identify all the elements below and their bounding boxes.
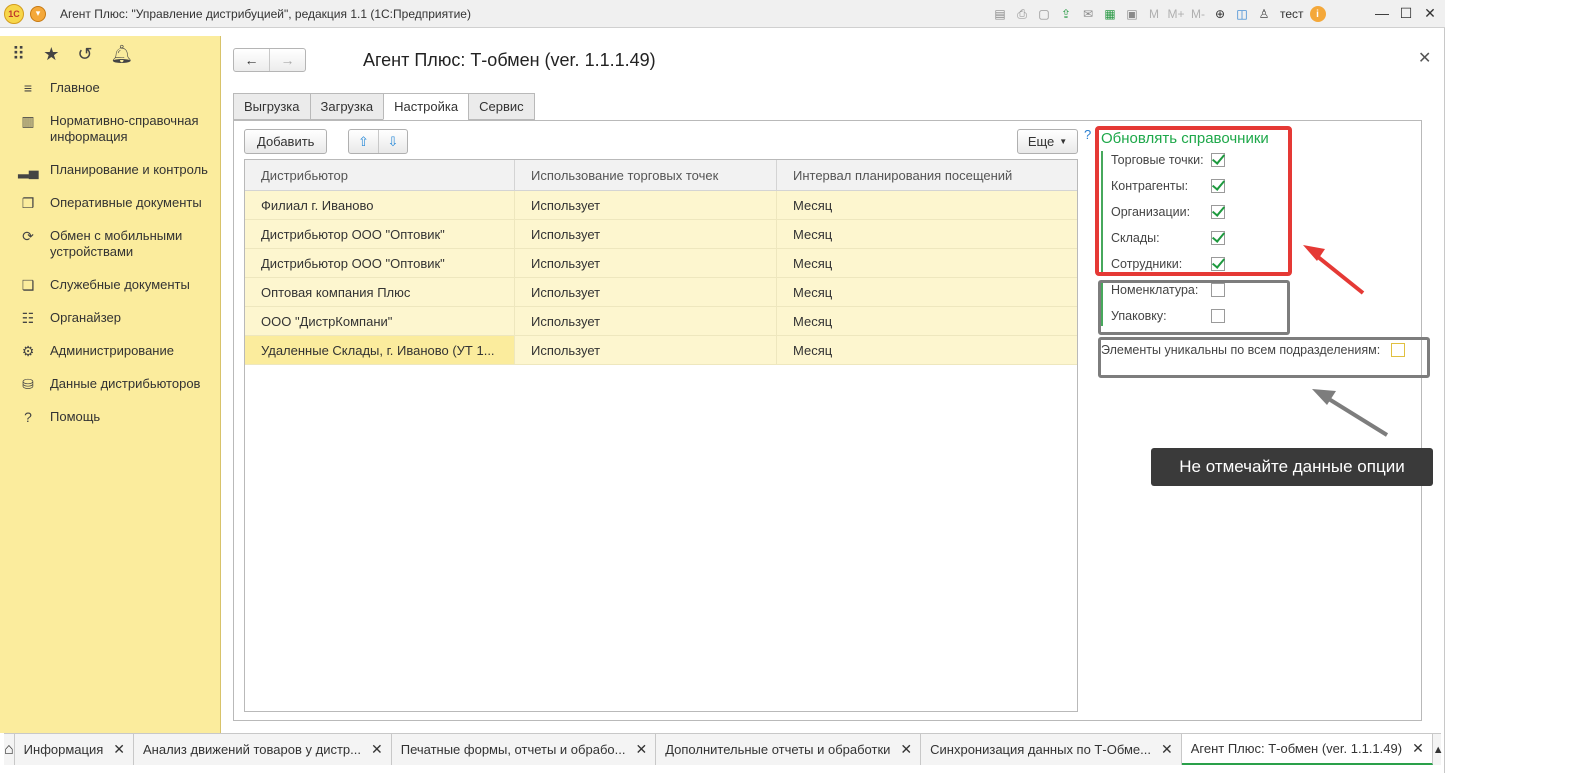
chart-icon: ▂▄ bbox=[18, 162, 39, 178]
mail-icon[interactable]: ✉ bbox=[1078, 4, 1098, 24]
window-tab-label: Агент Плюс: Т-обмен (ver. 1.1.1.49) bbox=[1190, 741, 1403, 756]
tab-import[interactable]: Загрузка bbox=[309, 93, 385, 120]
sidebar-item-label: Служебные документы bbox=[50, 277, 190, 292]
form-area: ← → Агент Плюс: Т-обмен (ver. 1.1.1.49) … bbox=[232, 36, 1442, 726]
preview-icon[interactable]: ▢ bbox=[1034, 4, 1054, 24]
app-window: 1С ▾ Агент Плюс: "Управление дистрибуцие… bbox=[0, 0, 1445, 773]
sidebar-item-label: Помощь bbox=[50, 409, 101, 424]
memory-mminus-button[interactable]: M- bbox=[1188, 4, 1208, 24]
catalog-icon: ▥ bbox=[21, 113, 35, 129]
distributor-data-icon: ⛁ bbox=[22, 376, 34, 392]
sidebar-item-admin[interactable]: ⚙ Администрирование bbox=[0, 335, 220, 368]
sidebar-item-operational[interactable]: ❐ Оперативные документы bbox=[0, 187, 220, 220]
form-tabs: Выгрузка Загрузка Настройка Сервис bbox=[233, 93, 535, 120]
sidebar-item-organizer[interactable]: ☷ Органайзер bbox=[0, 302, 220, 335]
nav-buttons: ← → bbox=[233, 48, 306, 72]
upload-icon[interactable]: ⇪ bbox=[1056, 4, 1076, 24]
save-icon[interactable]: ▤ bbox=[990, 4, 1010, 24]
calculator-icon[interactable]: ▦ bbox=[1100, 4, 1120, 24]
memory-mplus-button[interactable]: M+ bbox=[1166, 4, 1186, 24]
favorites-star-icon[interactable]: ★ bbox=[43, 44, 59, 65]
organizer-icon: ☷ bbox=[21, 310, 35, 326]
panels-icon[interactable]: ◫ bbox=[1232, 4, 1252, 24]
annotation-note: Не отмечайте данные опции bbox=[1151, 448, 1433, 486]
window-tab[interactable]: Анализ движений товаров у дистр... ✕ bbox=[134, 734, 392, 765]
red-arrow-icon bbox=[1303, 245, 1365, 295]
window-controls: — ☐ ✕ bbox=[1373, 4, 1439, 22]
close-tab-icon[interactable]: ✕ bbox=[1412, 740, 1424, 757]
title-bar: 1С ▾ Агент Плюс: "Управление дистрибуцие… bbox=[0, 0, 1445, 28]
window-tab-label: Дополнительные отчеты и обработки bbox=[665, 742, 891, 757]
tab-service[interactable]: Сервис bbox=[468, 93, 535, 120]
window-tab-active[interactable]: Агент Плюс: Т-обмен (ver. 1.1.1.49) ✕ bbox=[1181, 734, 1433, 765]
sidebar-item-help[interactable]: ? Помощь bbox=[0, 401, 220, 434]
window-tab-label: Информация bbox=[23, 742, 104, 757]
window-tab-label: Синхронизация данных по Т-Обме... bbox=[930, 742, 1151, 757]
sidebar-item-distributor-data[interactable]: ⛁ Данные дистрибьюторов bbox=[0, 368, 220, 401]
close-tab-icon[interactable]: ✕ bbox=[371, 741, 383, 758]
tab-settings[interactable]: Настройка bbox=[383, 93, 470, 120]
documents-icon: ❐ bbox=[21, 195, 35, 211]
service-docs-icon: ❏ bbox=[21, 277, 35, 293]
sidebar-item-label: Главное bbox=[50, 80, 100, 95]
sidebar-item-label: Органайзер bbox=[50, 310, 121, 325]
sidebar-item-service-docs[interactable]: ❏ Служебные документы bbox=[0, 269, 220, 302]
window-tab[interactable]: Синхронизация данных по Т-Обме... ✕ bbox=[921, 734, 1182, 765]
grey-arrow-icon bbox=[1312, 389, 1389, 437]
sidebar-item-label: Обмен с мобильными устройствами bbox=[50, 228, 183, 259]
window-tab-label: Анализ движений товаров у дистр... bbox=[143, 742, 361, 757]
minimize-button[interactable]: — bbox=[1373, 4, 1391, 22]
sidebar-item-main[interactable]: ≡ Главное bbox=[0, 72, 220, 105]
sidebar-item-label: Нормативно-справочная информация bbox=[50, 113, 199, 144]
forward-arrow-icon[interactable]: → bbox=[269, 49, 305, 71]
sidebar-item-reference[interactable]: ▥ Нормативно-справочная информация bbox=[0, 105, 220, 154]
maximize-button[interactable]: ☐ bbox=[1397, 4, 1415, 22]
sync-icon: ⟳ bbox=[22, 228, 34, 244]
sidebar-item-label: Планирование и контроль bbox=[50, 162, 208, 177]
sidebar-item-label: Данные дистрибьюторов bbox=[50, 376, 201, 391]
sidebar-top-icons: ⠿ ★ ↺ 🔔︎ bbox=[0, 36, 220, 72]
sidebar-item-label: Администрирование bbox=[50, 343, 174, 358]
close-form-icon[interactable]: ✕ bbox=[1418, 48, 1431, 68]
close-tab-icon[interactable]: ✕ bbox=[900, 741, 912, 758]
sidebar-item-label: Оперативные документы bbox=[50, 195, 202, 210]
window-tab-label: Печатные формы, отчеты и обрабо... bbox=[400, 742, 626, 757]
window-tab[interactable]: Информация ✕ bbox=[15, 734, 134, 765]
sidebar: ⠿ ★ ↺ 🔔︎ ≡ Главное ▥ Нормативно-справочная… bbox=[0, 36, 221, 733]
close-tab-icon[interactable]: ✕ bbox=[113, 741, 125, 758]
home-icon[interactable]: ⌂ bbox=[4, 734, 15, 765]
window-tab[interactable]: Дополнительные отчеты и обработки ✕ bbox=[656, 734, 922, 765]
close-window-button[interactable]: ✕ bbox=[1421, 4, 1439, 22]
title-toolbar: ▤ ⎙ ▢ ⇪ ✉ ▦ ▣ M M+ M- ⊕ ◫ ♙ тест i bbox=[990, 4, 1326, 24]
close-tab-icon[interactable]: ✕ bbox=[635, 741, 647, 758]
history-icon[interactable]: ↺ bbox=[77, 44, 92, 65]
back-arrow-icon[interactable]: ← bbox=[234, 49, 269, 71]
window-title: Агент Плюс: "Управление дистрибуцией", р… bbox=[60, 6, 471, 21]
help-icon: ? bbox=[24, 409, 32, 425]
memory-m-button[interactable]: M bbox=[1144, 4, 1164, 24]
chevron-up-icon[interactable]: ▲ bbox=[1433, 734, 1444, 765]
calendar-icon[interactable]: ▣ bbox=[1122, 4, 1142, 24]
main-menu-button[interactable]: ▾ bbox=[30, 5, 46, 22]
menu-lines-icon: ≡ bbox=[23, 80, 33, 96]
tab-export[interactable]: Выгрузка bbox=[233, 93, 311, 120]
gear-icon: ⚙ bbox=[21, 343, 35, 359]
annotation-arrows bbox=[1303, 245, 1389, 437]
user-name[interactable]: тест bbox=[1280, 7, 1304, 21]
notifications-bell-icon[interactable]: 🔔︎ bbox=[110, 44, 133, 65]
user-icon[interactable]: ♙ bbox=[1254, 4, 1274, 24]
info-icon[interactable]: i bbox=[1309, 6, 1326, 22]
zoom-icon[interactable]: ⊕ bbox=[1210, 4, 1230, 24]
settings-panel: Добавить ⇧ ⇩ Еще ▼ ? Дистрибьютор Использ… bbox=[233, 120, 1433, 721]
sidebar-list: ≡ Главное ▥ Нормативно-справочная информац… bbox=[0, 72, 220, 434]
sidebar-item-mobile-exchange[interactable]: ⟳ Обмен с мобильными устройствами bbox=[0, 220, 220, 269]
form-title: Агент Плюс: Т-обмен (ver. 1.1.1.49) bbox=[363, 50, 656, 70]
window-tab[interactable]: Печатные формы, отчеты и обрабо... ✕ bbox=[392, 734, 657, 765]
sidebar-item-planning[interactable]: ▂▄ Планирование и контроль bbox=[0, 154, 220, 187]
1c-logo-icon: 1С bbox=[4, 3, 24, 24]
print-icon[interactable]: ⎙ bbox=[1012, 4, 1032, 24]
close-tab-icon[interactable]: ✕ bbox=[1161, 741, 1173, 758]
open-windows-bar: ⌂ Информация ✕ Анализ движений товаров у … bbox=[4, 733, 1444, 765]
apps-grid-icon[interactable]: ⠿ bbox=[12, 44, 25, 65]
